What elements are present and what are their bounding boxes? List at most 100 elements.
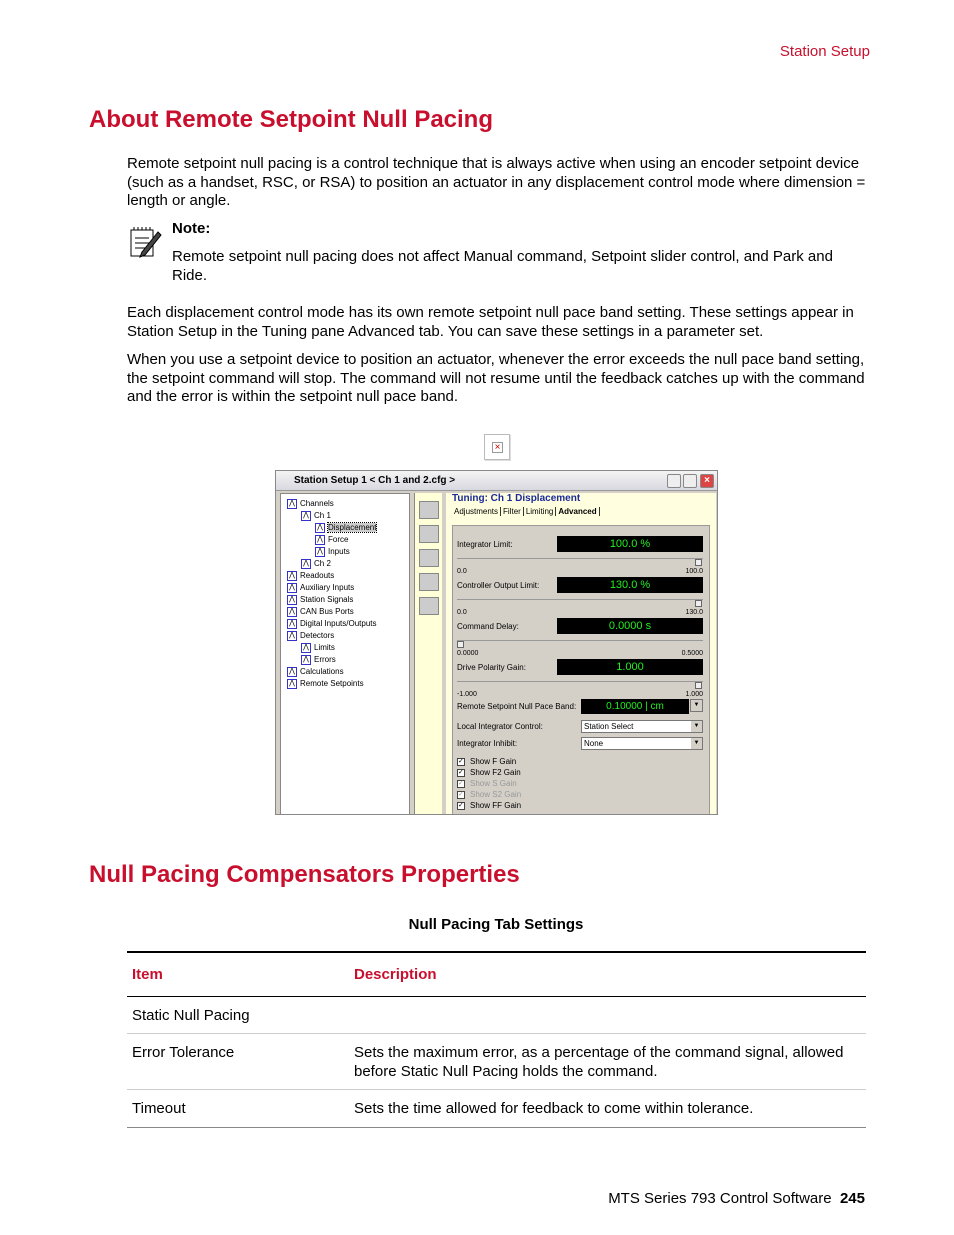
tree-item[interactable]: ⋀ Auxiliary Inputs (287, 582, 354, 594)
tree-item-label: Ch 1 (314, 511, 331, 520)
tree-node-icon: ⋀ (315, 522, 325, 533)
minimize-button[interactable] (667, 474, 681, 488)
local-integrator-control-label: Local Integrator Control: (457, 722, 543, 731)
tree-node-icon: ⋀ (287, 582, 297, 593)
controller-output-limit-readout: 130.0 % (557, 577, 703, 593)
drive-polarity-gain-slider[interactable] (457, 681, 703, 689)
tree-node-icon: ⋀ (301, 510, 311, 521)
checkbox-icon[interactable]: ✓ (457, 757, 465, 766)
local-integrator-control-select[interactable]: Station Select ▼ (581, 720, 703, 733)
maximize-button[interactable] (683, 474, 697, 488)
running-header: Station Setup (779, 43, 870, 60)
column-header: Item (127, 950, 349, 997)
tree-item[interactable]: ⋀ Digital Inputs/Outputs (287, 618, 376, 630)
slider-thumb[interactable] (457, 641, 464, 648)
table-caption: Null Pacing Tab Settings (408, 916, 584, 933)
tree-node-icon: ⋀ (301, 642, 311, 653)
slider-thumb[interactable] (695, 682, 702, 689)
slider-thumb[interactable] (695, 559, 702, 566)
checkbox-icon[interactable]: ✓ (457, 801, 465, 810)
tree-item[interactable]: ⋀ CAN Bus Ports (287, 606, 354, 618)
tree-item-label: Station Signals (300, 595, 354, 604)
chevron-down-icon: ▼ (691, 721, 702, 732)
tree-item[interactable]: ⋀ Displacement (315, 522, 378, 534)
tree-node-icon: ⋀ (287, 606, 297, 617)
tree-item-label: Displacement (326, 522, 378, 533)
tree-item[interactable]: ⋀ Ch 1 (301, 510, 331, 522)
tree-item[interactable]: ⋀ Detectors (287, 630, 334, 642)
column-header: Description (349, 950, 866, 997)
tree-item-label: Detectors (300, 631, 335, 640)
checkbox-show-f-gain[interactable]: ✓ Show F Gain (457, 757, 516, 766)
description-cell (349, 996, 866, 1035)
tree-item[interactable]: ⋀ Readouts (287, 570, 334, 582)
command-delay-slider[interactable] (457, 640, 703, 648)
select-value: None (584, 739, 604, 748)
checkbox-show-ff-gain[interactable]: ✓ Show FF Gain (457, 801, 521, 810)
tree-item-label: Inputs (328, 547, 350, 556)
tool-button[interactable] (419, 597, 439, 615)
tab-filter[interactable]: Filter (501, 507, 524, 516)
settings-table: Item Description Static Null Pacing Error … (127, 950, 866, 1128)
range-min: -1.000 (457, 691, 477, 698)
tab-adjustments[interactable]: Adjustments (452, 507, 502, 516)
tree-node-icon: ⋀ (315, 534, 325, 545)
controller-output-limit-slider[interactable] (457, 599, 703, 607)
tree-node-icon: ⋀ (287, 630, 297, 641)
tree-item[interactable]: ⋀ Channels (287, 498, 334, 510)
tree-item[interactable]: ⋀ Force (315, 534, 348, 546)
close-button[interactable]: × (700, 474, 714, 488)
tree-node-icon: ⋀ (301, 654, 311, 665)
integrator-inhibit-select[interactable]: None ▼ (581, 737, 703, 750)
tool-button[interactable] (419, 549, 439, 567)
command-delay-label: Command Delay: (457, 622, 519, 631)
toolbar (414, 493, 442, 814)
note-label: Note: (172, 220, 211, 237)
note-pencil-icon (130, 227, 162, 258)
tool-button[interactable] (419, 525, 439, 543)
advanced-panel: Integrator Limit: 100.0 % 0.0 100.0 Controll… (452, 525, 710, 814)
range-max: 130.0 (685, 609, 703, 616)
null-pace-band-label: Remote Setpoint Null Pace Band: (457, 702, 577, 711)
table-row: Error Tolerance Sets the maximum error, a… (127, 1033, 866, 1091)
checkbox-show-s-gain: ✓ Show S Gain (457, 779, 517, 788)
checkbox-label: Show FF Gain (470, 801, 522, 810)
tab-bar: Adjustments Filter Limiting Advanced (452, 507, 600, 516)
checkbox-icon[interactable]: ✓ (457, 768, 465, 777)
tab-limiting[interactable]: Limiting (523, 507, 557, 516)
slider-thumb[interactable] (695, 600, 702, 607)
tree-item[interactable]: ⋀ Limits (301, 642, 335, 654)
checkbox-label: Show S2 Gain (470, 790, 522, 799)
tree-node-icon: ⋀ (287, 678, 297, 689)
tree-item[interactable]: ⋀ Calculations (287, 666, 344, 678)
description-cell: Sets the time allowed for feedback to co… (349, 1089, 866, 1128)
tree-item[interactable]: ⋀ Station Signals (287, 594, 353, 606)
intro-paragraph: Remote setpoint null pacing is a control… (127, 155, 866, 210)
tree-item[interactable]: ⋀ Ch 2 (301, 558, 331, 570)
integrator-limit-slider[interactable] (457, 558, 703, 566)
pane-title: Tuning: Ch 1 Displacement (452, 493, 581, 504)
tree-node-icon: ⋀ (287, 594, 297, 605)
tree-item-label: Channels (300, 499, 334, 508)
null-pace-band-field[interactable]: 0.10000 | cm (581, 699, 689, 714)
tree-item[interactable]: ⋀ Inputs (315, 546, 350, 558)
tree-node-icon: ⋀ (287, 570, 297, 581)
tree-node-icon: ⋀ (315, 546, 325, 557)
section-title: Null Pacing Compensators Properties (89, 861, 520, 888)
table-row: Static Null Pacing (127, 996, 866, 1035)
unit-dropdown-button[interactable]: ▼ (690, 699, 703, 712)
tool-button[interactable] (419, 573, 439, 591)
tool-button[interactable] (419, 501, 439, 519)
checkbox-show-f2-gain[interactable]: ✓ Show F2 Gain (457, 768, 521, 777)
tree-item[interactable]: ⋀ Errors (301, 654, 336, 666)
tuning-pane: Tuning: Ch 1 Displacement Adjustments Fil… (446, 493, 716, 814)
tab-advanced[interactable]: Advanced (556, 507, 600, 516)
tree-item-label: CAN Bus Ports (300, 607, 354, 616)
integrator-limit-label: Integrator Limit: (457, 540, 513, 549)
chevron-down-icon: ▼ (691, 738, 702, 749)
window-title-bar: Station Setup 1 < Ch 1 and 2.cfg > × (276, 471, 717, 491)
window-title: Station Setup 1 < Ch 1 and 2.cfg > (294, 475, 456, 486)
checkbox-label: Show S Gain (470, 779, 517, 788)
navigation-tree[interactable]: ⋀ Channels ⋀ Ch 1 ⋀ Displacement ⋀ Force ⋀ Inputs… (280, 493, 410, 814)
tree-item[interactable]: ⋀ Remote Setpoints (287, 678, 364, 690)
